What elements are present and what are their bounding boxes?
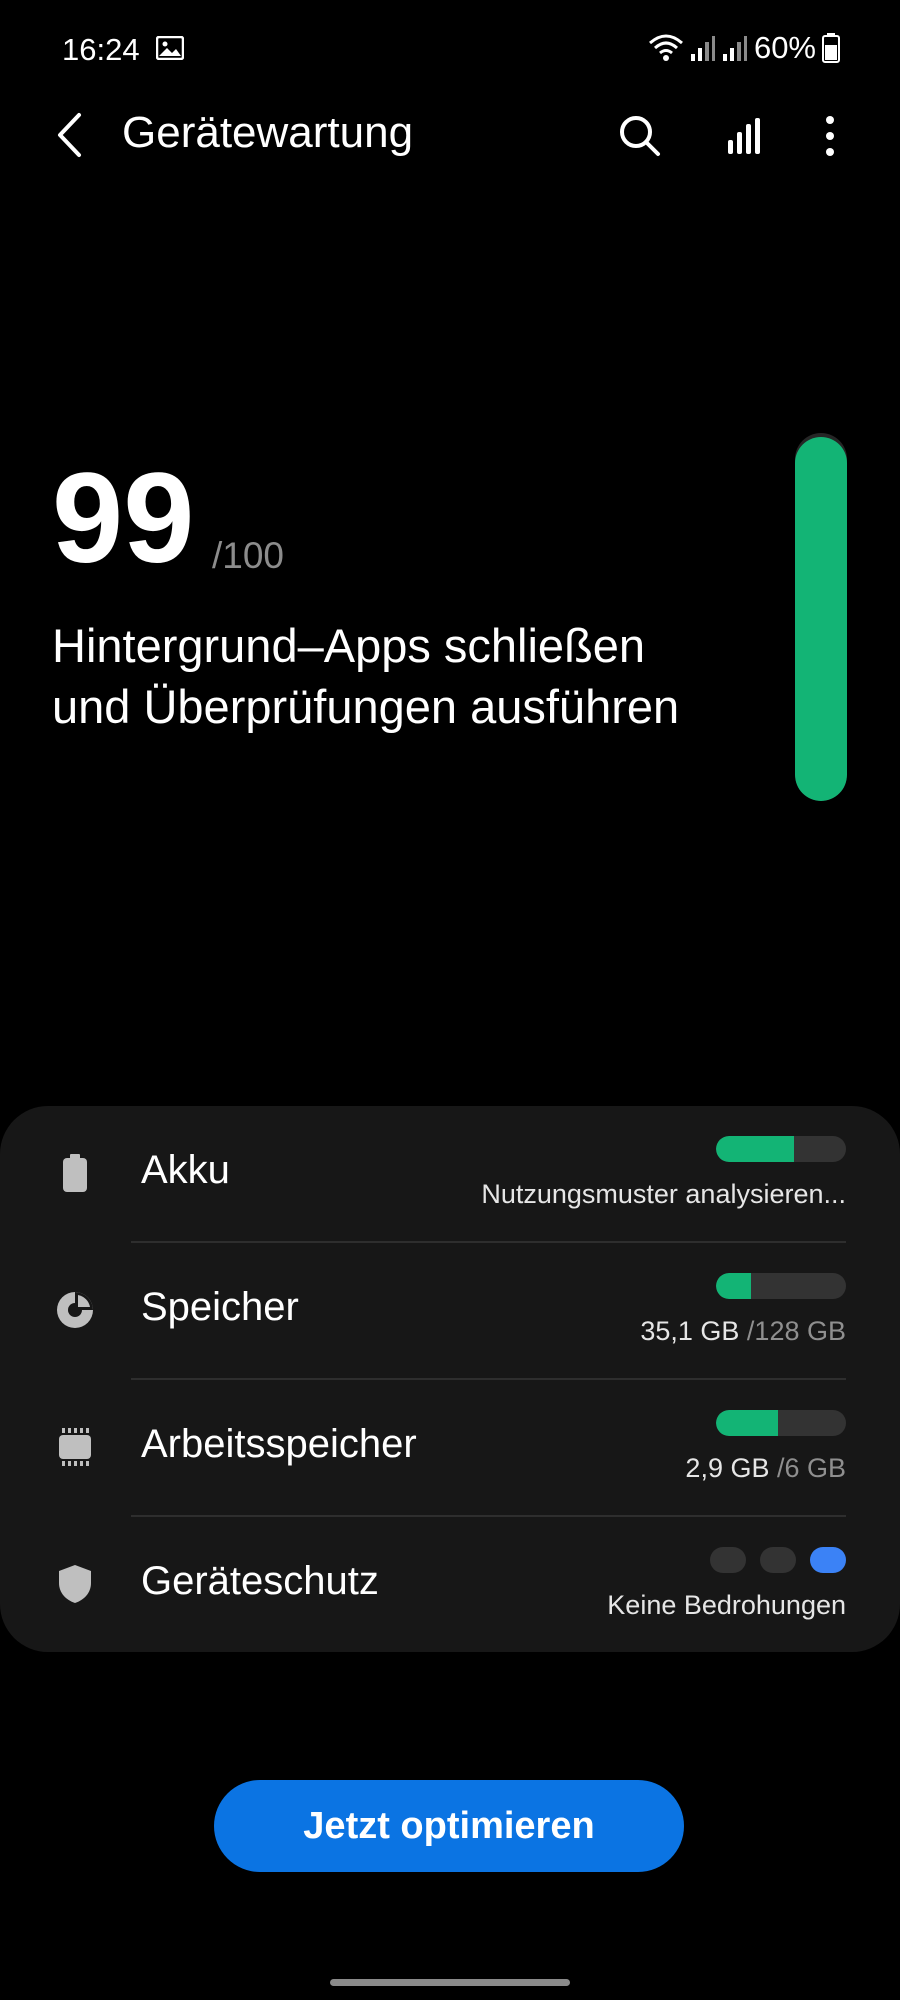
- item-status: Keine Bedrohungen: [607, 1590, 846, 1620]
- battery-bar: [716, 1136, 846, 1162]
- signal-icon: [722, 36, 747, 61]
- status-card: Akku Nutzungsmuster analysieren... Speic…: [0, 1106, 900, 1652]
- item-status: Nutzungsmuster analysieren...: [481, 1179, 846, 1209]
- threat-dot: [760, 1547, 796, 1573]
- memory-chip-icon: [59, 1428, 91, 1466]
- optimize-now-button[interactable]: Jetzt optimieren: [214, 1780, 684, 1872]
- threat-dot: [710, 1547, 746, 1573]
- item-label: Geräteschutz: [141, 1559, 379, 1603]
- score-message: Hintergrund–Apps schließen und Überprüfu…: [52, 619, 680, 733]
- item-label: Akku: [141, 1148, 230, 1192]
- memory-bar-fill: [716, 1410, 779, 1436]
- back-button[interactable]: [44, 100, 94, 170]
- memory-used: 2,9 GB: [685, 1453, 770, 1483]
- storage-used: 35,1 GB: [640, 1316, 740, 1346]
- status-time: 16:24: [62, 32, 140, 67]
- page-title: Gerätewartung: [122, 108, 414, 157]
- item-protection[interactable]: Geräteschutz Keine Bedrohungen: [0, 1517, 900, 1653]
- storage-bar: [716, 1273, 846, 1299]
- battery-bar-fill: [716, 1136, 794, 1162]
- home-indicator[interactable]: [330, 1979, 570, 1986]
- item-memory[interactable]: Arbeitsspeicher 2,9 GB /6 GB: [0, 1380, 900, 1516]
- threat-indicator: [710, 1547, 846, 1573]
- item-battery[interactable]: Akku Nutzungsmuster analysieren...: [0, 1106, 900, 1242]
- memory-usage: 2,9 GB /6 GB: [685, 1453, 846, 1484]
- battery-percent: 60%: [753, 30, 816, 65]
- score-max: /100: [212, 535, 285, 576]
- storage-bar-fill: [716, 1273, 752, 1299]
- threat-dot: [810, 1547, 846, 1573]
- search-button[interactable]: [610, 106, 670, 166]
- stats-icon: [728, 118, 760, 154]
- pie-chart-icon: [57, 1292, 93, 1328]
- status-icons: 60%: [648, 30, 840, 66]
- gallery-icon: [155, 35, 185, 61]
- battery-icon: [63, 1154, 87, 1192]
- item-label: Arbeitsspeicher: [141, 1422, 417, 1466]
- more-icon: [826, 116, 834, 156]
- search-icon: [620, 116, 660, 156]
- shield-icon: [59, 1565, 91, 1603]
- more-options-button[interactable]: [800, 106, 860, 166]
- storage-total: /128 GB: [739, 1316, 846, 1346]
- memory-total: /6 GB: [769, 1453, 846, 1483]
- storage-usage: 35,1 GB /128 GB: [640, 1316, 846, 1347]
- wifi-icon: [648, 34, 683, 61]
- score-gauge-fill: [795, 436, 847, 801]
- battery-icon: [822, 33, 840, 63]
- score-value: 99: [52, 447, 195, 590]
- score-gauge: [795, 433, 847, 801]
- signal-icon: [690, 36, 715, 61]
- back-icon: [58, 113, 81, 157]
- item-label: Speicher: [141, 1285, 299, 1329]
- stats-button[interactable]: [714, 106, 774, 166]
- memory-bar: [716, 1410, 846, 1436]
- item-storage[interactable]: Speicher 35,1 GB /128 GB: [0, 1243, 900, 1379]
